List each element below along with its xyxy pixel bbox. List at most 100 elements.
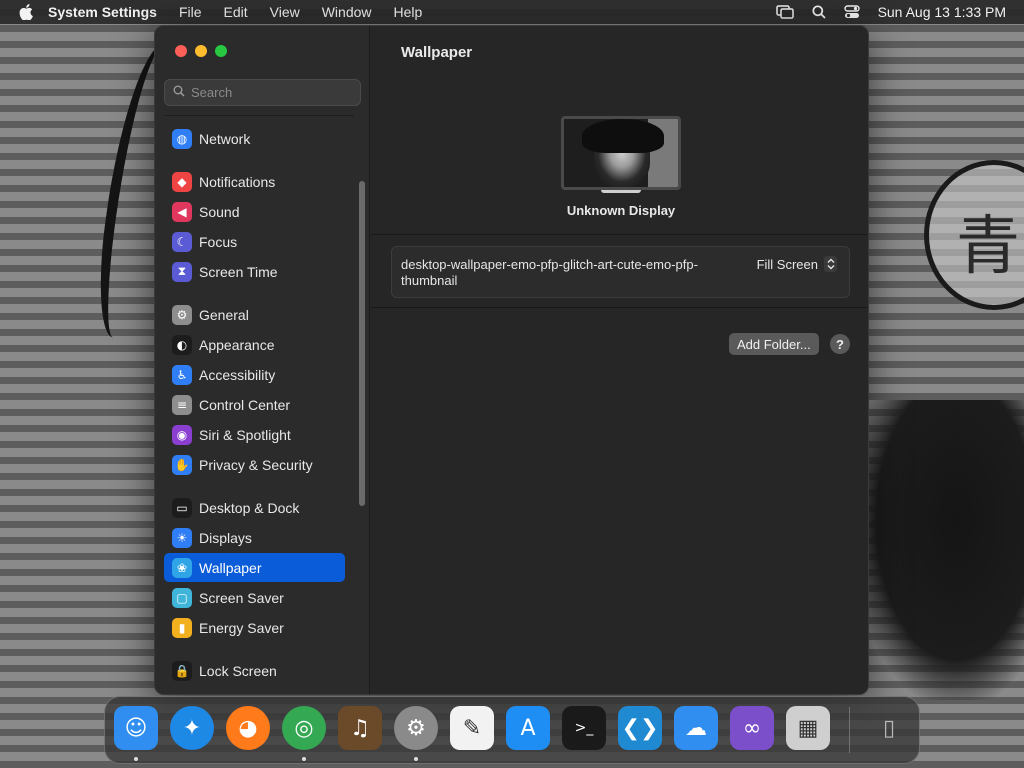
sidebar-item-label: Lock Screen xyxy=(199,662,277,679)
sidebar-item-label: Focus xyxy=(199,233,238,250)
menu-bar: System Settings File Edit View Window He… xyxy=(0,0,1024,24)
sidebar-item-label: Sound xyxy=(199,203,240,220)
sidebar-item-label: Control Center xyxy=(199,396,291,413)
app-menu[interactable]: System Settings xyxy=(48,4,157,20)
spotlight-search-icon[interactable] xyxy=(812,5,826,19)
sidebar-item-sound[interactable]: ◀ Sound xyxy=(164,197,345,226)
apple-menu-icon[interactable] xyxy=(18,4,34,20)
sidebar-item-focus[interactable]: ☾ Focus xyxy=(164,227,345,256)
sidebar-item-label: Appearance xyxy=(199,336,275,353)
sidebar-item-label: Desktop & Dock xyxy=(199,499,300,516)
current-wallpaper-row: desktop-wallpaper-emo-pfp-glitch-art-cut… xyxy=(391,246,850,298)
sidebar-item-label: General xyxy=(199,306,249,323)
sidebar-item-general[interactable]: ⚙ General xyxy=(164,300,345,329)
sidebar-item-label: Siri & Spotlight xyxy=(199,426,291,443)
sidebar-item-control-center[interactable]: ≡ Control Center xyxy=(164,390,345,419)
menu-help[interactable]: Help xyxy=(394,4,423,20)
app-store-icon[interactable]: A xyxy=(506,706,550,750)
flower-icon: ❀ xyxy=(172,557,192,578)
system-settings-icon[interactable]: ⚙ xyxy=(394,706,438,750)
globe-icon: ◍ xyxy=(172,128,192,149)
terminal-icon[interactable]: >_ xyxy=(562,706,606,750)
sidebar-item-displays[interactable]: ☀ Displays xyxy=(164,523,345,552)
search-field[interactable] xyxy=(164,79,361,106)
search-icon xyxy=(173,84,185,102)
window-minimize-button[interactable] xyxy=(195,45,207,57)
sidebar-item-notifications[interactable]: ◆ Notifications xyxy=(164,167,345,196)
wallpaper-shadow xyxy=(854,400,1024,700)
moon-icon: ☾ xyxy=(172,231,192,252)
safari-icon[interactable]: ✦ xyxy=(170,706,214,750)
lock-icon: 🔒 xyxy=(172,660,192,681)
wallpaper-file-name: desktop-wallpaper-emo-pfp-glitch-art-cut… xyxy=(401,257,698,288)
weather-icon[interactable]: ☁ xyxy=(674,706,718,750)
speaker-icon: ◀ xyxy=(172,201,192,222)
accessibility-icon: ♿ xyxy=(172,364,192,385)
finder-icon[interactable]: ☺ xyxy=(114,706,158,750)
sidebar-item-label: Accessibility xyxy=(199,366,276,383)
sidebar-item-screen-time[interactable]: ⧗ Screen Time xyxy=(164,257,345,286)
garageband-icon[interactable]: ♫ xyxy=(338,706,382,750)
sidebar-scrollbar[interactable] xyxy=(359,181,365,506)
sidebar-item-wallpaper[interactable]: ❀ Wallpaper xyxy=(164,553,345,582)
launchpad-icon[interactable]: ▦ xyxy=(786,706,830,750)
menu-edit[interactable]: Edit xyxy=(224,4,248,20)
sidebar-item-label: Privacy & Security xyxy=(199,456,313,473)
sidebar-item-desktop-dock[interactable]: ▭ Desktop & Dock xyxy=(164,493,345,522)
textedit-icon[interactable]: ✎ xyxy=(450,706,494,750)
menu-window[interactable]: Window xyxy=(322,4,372,20)
window-close-button[interactable] xyxy=(175,45,187,57)
window-zoom-button[interactable] xyxy=(215,45,227,57)
vscode-icon[interactable]: ❮❯ xyxy=(618,706,662,750)
sidebar-item-label: Screen Saver xyxy=(199,589,284,606)
sidebar-list: ◍ Network ◆ Notifications ◀ Sound ☾ Focus ⧗ Scree… xyxy=(164,115,354,694)
add-folder-button[interactable]: Add Folder... xyxy=(729,333,819,355)
sidebar-item-siri-spotlight[interactable]: ◉ Siri & Spotlight xyxy=(164,420,345,449)
sidebar-item-network[interactable]: ◍ Network xyxy=(164,124,345,153)
divider xyxy=(371,234,868,235)
hand-icon: ✋ xyxy=(172,454,192,475)
chrome-icon[interactable]: ◎ xyxy=(282,706,326,750)
running-indicator xyxy=(134,757,138,761)
search-input[interactable] xyxy=(191,85,351,100)
dock-icon: ▭ xyxy=(172,497,192,518)
hourglass-icon: ⧗ xyxy=(172,261,192,282)
sidebar-item-appearance[interactable]: ◐ Appearance xyxy=(164,330,345,359)
sidebar-item-energy-saver[interactable]: ▮ Energy Saver xyxy=(164,613,345,642)
help-button[interactable]: ? xyxy=(830,334,850,354)
siri-icon: ◉ xyxy=(172,424,192,445)
sidebar-item-label: Displays xyxy=(199,529,252,546)
sidebar-item-privacy-security[interactable]: ✋ Privacy & Security xyxy=(164,450,345,479)
gear-icon: ⚙ xyxy=(172,304,192,325)
bell-icon: ◆ xyxy=(172,171,192,192)
firefox-icon[interactable]: ◕ xyxy=(226,706,270,750)
dock: ☺ ✦ ◕ ◎ ♫ ⚙ ✎ A >_ ❮❯ ☁ ∞ ▦ ▯ xyxy=(104,696,920,764)
chevron-up-down-icon xyxy=(824,256,837,272)
menubar-clock[interactable]: Sun Aug 13 1:33 PM xyxy=(878,4,1006,20)
battery-icon: ▮ xyxy=(172,617,192,638)
sidebar-item-screen-saver[interactable]: ▢ Screen Saver xyxy=(164,583,345,612)
sun-icon: ☀ xyxy=(172,527,192,548)
running-indicator xyxy=(302,757,306,761)
display-name: Unknown Display xyxy=(566,203,676,218)
divider xyxy=(371,307,868,308)
screen-mirroring-icon[interactable] xyxy=(775,5,794,19)
visual-studio-icon[interactable]: ∞ xyxy=(730,706,774,750)
control-center-icon[interactable] xyxy=(843,5,860,19)
sidebar-item-accessibility[interactable]: ♿ Accessibility xyxy=(164,360,345,389)
wallpaper-glyph: 青 xyxy=(956,210,1020,284)
sidebar-item-lock-screen[interactable]: 🔒 Lock Screen xyxy=(164,656,345,685)
wallpaper-pane: Wallpaper Unknown Display desktop-wallpa… xyxy=(371,26,868,694)
menu-view[interactable]: View xyxy=(270,4,300,20)
fill-mode-popup[interactable]: Fill Screen xyxy=(757,256,837,272)
sidebar-item-label: Notifications xyxy=(199,173,276,190)
display-preview[interactable] xyxy=(561,116,681,190)
dock-separator xyxy=(849,707,850,753)
fill-mode-value: Fill Screen xyxy=(756,256,818,272)
sidebar: ◍ Network ◆ Notifications ◀ Sound ☾ Focus ⧗ Scree… xyxy=(155,26,370,694)
sidebar-item-label: Screen Time xyxy=(199,263,278,280)
sidebar-item-label: Energy Saver xyxy=(199,619,284,636)
menu-file[interactable]: File xyxy=(179,4,202,20)
trash-icon[interactable]: ▯ xyxy=(867,706,911,750)
screensaver-icon: ▢ xyxy=(172,587,192,608)
